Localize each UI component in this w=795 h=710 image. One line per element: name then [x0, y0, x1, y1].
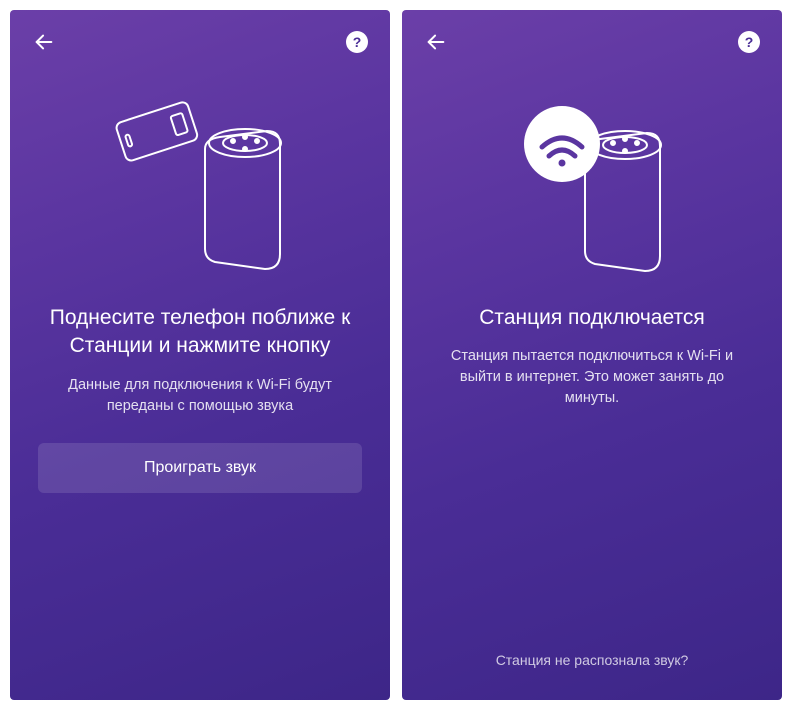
- title: Станция подключается: [430, 304, 754, 332]
- title: Поднесите телефон поближе к Станции и на…: [38, 304, 362, 361]
- illustration-wifi-speaker: [402, 84, 782, 284]
- header: ?: [10, 10, 390, 74]
- help-button[interactable]: ?: [346, 31, 368, 53]
- subtitle: Данные для подключения к Wi-Fi будут пер…: [38, 375, 362, 417]
- back-button[interactable]: [32, 30, 56, 54]
- setup-screen-play-sound: ? Поднесите телефон поближе к Станции и: [10, 10, 390, 700]
- not-recognized-link[interactable]: Станция не распознала звук?: [402, 652, 782, 668]
- header: ?: [402, 10, 782, 74]
- help-button[interactable]: ?: [738, 31, 760, 53]
- setup-screen-connecting: ? Станция подключается Станци: [402, 10, 782, 700]
- content: Станция подключается Станция пытается по…: [402, 304, 782, 409]
- back-button[interactable]: [424, 30, 448, 54]
- illustration-phone-speaker: [10, 84, 390, 284]
- content: Поднесите телефон поближе к Станции и на…: [10, 304, 390, 417]
- play-sound-button[interactable]: Проиграть звук: [38, 443, 362, 493]
- subtitle: Станция пытается подключиться к Wi-Fi и …: [430, 346, 754, 409]
